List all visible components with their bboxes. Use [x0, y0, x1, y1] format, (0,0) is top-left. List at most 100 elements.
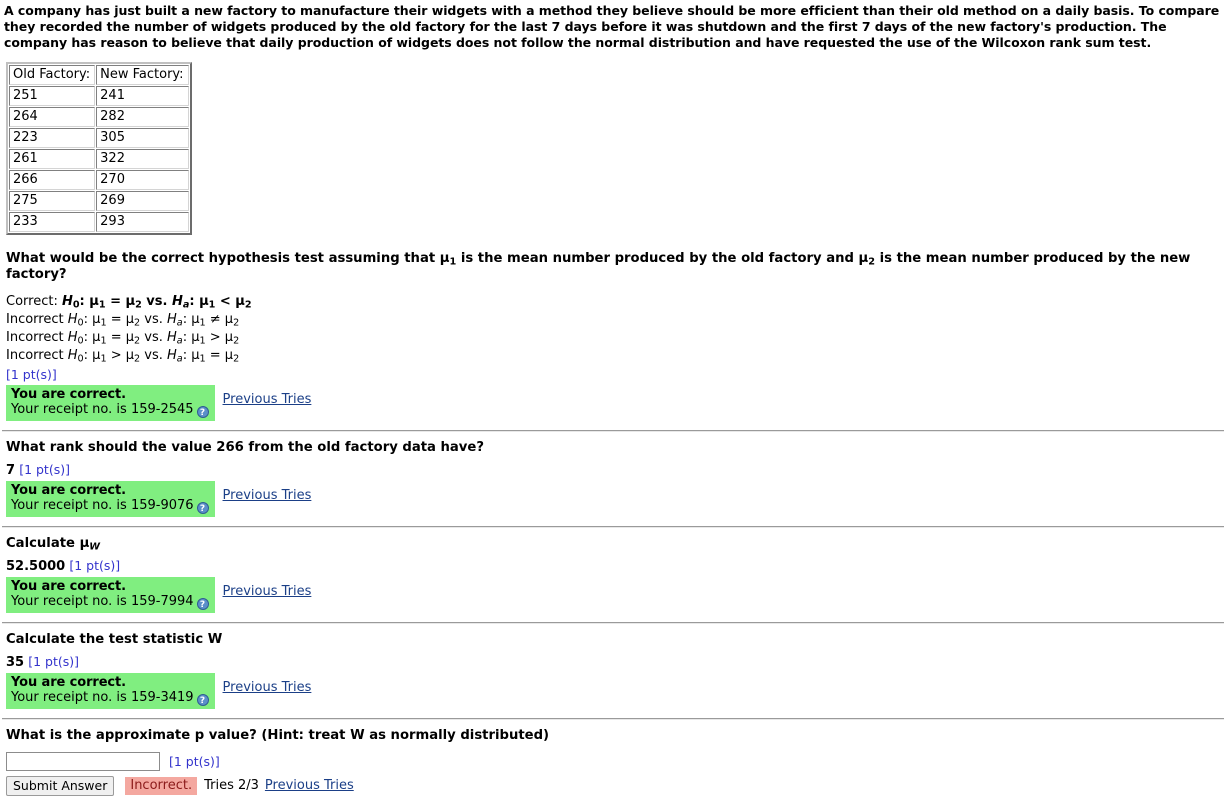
choice-status-label: Incorrect: [6, 329, 68, 345]
question-title: What rank should the value 266 from the …: [6, 439, 484, 455]
question-hypothesis-test: What would be the correct hypothesis tes…: [2, 251, 1224, 421]
alt-relation-0: <: [219, 293, 231, 309]
correct-feedback-box: You are correct. Your receipt no. is 159…: [6, 384, 215, 421]
receipt-number: 159-3419: [130, 689, 194, 705]
table-row: 223 305: [9, 127, 189, 148]
question-rank-value: What rank should the value 266 from the …: [2, 440, 1224, 517]
table-row: 266 270: [9, 169, 189, 190]
points-label: [1 pt(s)]: [19, 461, 70, 477]
submit-answer-button[interactable]: Submit Answer: [6, 775, 115, 796]
table-row: 251 241: [9, 85, 189, 106]
previous-tries-link[interactable]: Previous Tries: [265, 778, 354, 793]
null-relation-1: =: [110, 311, 122, 327]
correct-title: You are correct.: [11, 482, 126, 498]
cell-new-5: 269: [96, 190, 189, 211]
column-header-new-factory: New Factory:: [96, 64, 189, 85]
table-header-row: Old Factory: New Factory:: [9, 64, 189, 85]
mu-symbol: μ: [858, 250, 869, 266]
answer-line: 52.5000 [1 pt(s)]: [6, 558, 1224, 575]
cell-old-1: 264: [9, 106, 96, 127]
correct-title: You are correct.: [11, 578, 126, 594]
cell-old-3: 261: [9, 148, 96, 169]
receipt-prefix: Your receipt no. is: [11, 497, 131, 513]
null-relation-0: =: [110, 293, 121, 309]
feedback-row: You are correct. Your receipt no. is 159…: [6, 480, 1224, 517]
answer-line: 35 [1 pt(s)]: [6, 654, 1224, 671]
q3-title-prefix: Calculate: [6, 535, 80, 551]
points-line: [1 pt(s)]: [6, 367, 1224, 384]
receipt-line: Your receipt no. is 159-3419?: [11, 690, 209, 706]
table-row: 233 293: [9, 211, 189, 232]
factory-data-table: Old Factory: New Factory: 251 241 264 28…: [6, 61, 192, 235]
help-icon[interactable]: ?: [196, 501, 209, 514]
choice-item-1: Incorrect H0: μ1 = μ2 vs. Ha: μ1 ≠ μ2: [6, 311, 240, 329]
alt-relation-3: =: [209, 347, 221, 363]
question-title: What is the approximate p value? (Hint: …: [6, 727, 550, 743]
data-table-wrapper: Old Factory: New Factory: 251 241 264 28…: [6, 61, 1224, 235]
points-label: [1 pt(s)]: [6, 366, 57, 382]
submit-row: Submit Answer Incorrect. Tries 2/3 Previ…: [6, 775, 1224, 796]
receipt-prefix: Your receipt no. is: [11, 593, 131, 609]
previous-tries-link[interactable]: Previous Tries: [223, 392, 312, 407]
answer-input[interactable]: [6, 751, 160, 771]
cell-new-6: 293: [96, 211, 189, 232]
table-row: 275 269: [9, 190, 189, 211]
choice-status-label: Incorrect: [6, 311, 68, 327]
answer-input-row: [1 pt(s)]: [6, 751, 1224, 771]
answer-line: 7 [1 pt(s)]: [6, 462, 1224, 479]
cell-new-1: 282: [96, 106, 189, 127]
cell-new-2: 305: [96, 127, 189, 148]
cell-new-3: 322: [96, 148, 189, 169]
submitted-answer: 35: [6, 654, 25, 670]
feedback-row: You are correct. Your receipt no. is 159…: [6, 672, 1224, 709]
question-calculate-mu-w: Calculate μW 52.5000 [1 pt(s)] You are c…: [2, 536, 1224, 613]
submitted-answer: 52.5000: [6, 558, 66, 574]
cell-new-0: 241: [96, 85, 189, 106]
assignment-page: A company has just built a new factory t…: [0, 3, 1226, 796]
help-icon[interactable]: ?: [196, 405, 209, 418]
mu-subscript: 2: [868, 256, 876, 268]
receipt-number: 159-7994: [130, 593, 194, 609]
correct-title: You are correct.: [11, 674, 126, 690]
cell-old-4: 266: [9, 169, 96, 190]
choice-status-label: Incorrect: [6, 347, 68, 363]
feedback-row: You are correct. Your receipt no. is 159…: [6, 576, 1224, 613]
receipt-number: 159-2545: [130, 401, 194, 417]
mu-symbol: μ: [439, 250, 450, 266]
q1-title-a: What would be the correct hypothesis tes…: [6, 250, 440, 266]
correct-title: You are correct.: [11, 386, 126, 402]
receipt-line: Your receipt no. is 159-7994?: [11, 594, 209, 610]
null-relation-3: >: [110, 347, 122, 363]
question-p-value: What is the approximate p value? (Hint: …: [2, 728, 1224, 796]
help-icon[interactable]: ?: [196, 693, 209, 706]
choice-item-0: Correct: H0: μ1 = μ2 vs. Ha: μ1 < μ2: [6, 293, 252, 311]
previous-tries-link[interactable]: Previous Tries: [223, 488, 312, 503]
incorrect-status-badge: Incorrect.: [125, 776, 198, 795]
previous-tries-link[interactable]: Previous Tries: [223, 680, 312, 695]
column-header-old-factory: Old Factory:: [9, 64, 96, 85]
question-title: Calculate the test statistic W: [6, 631, 223, 647]
table-row: 264 282: [9, 106, 189, 127]
help-icon[interactable]: ?: [196, 597, 209, 610]
question-title: Calculate μW: [6, 536, 1224, 552]
points-label: [1 pt(s)]: [69, 557, 121, 573]
correct-feedback-box: You are correct. Your receipt no. is 159…: [6, 576, 215, 613]
points-label: [1 pt(s)]: [169, 753, 220, 769]
receipt-number: 159-9076: [130, 497, 194, 513]
question-test-statistic: Calculate the test statistic W 35 [1 pt(…: [2, 632, 1224, 709]
points-label: [1 pt(s)]: [28, 653, 80, 669]
previous-tries-link[interactable]: Previous Tries: [223, 584, 312, 599]
mu-symbol: μ: [79, 535, 90, 551]
table-body: Old Factory: New Factory: 251 241 264 28…: [9, 64, 189, 232]
submitted-answer: 7: [6, 462, 16, 478]
correct-feedback-box: You are correct. Your receipt no. is 159…: [6, 672, 215, 709]
null-relation-2: =: [110, 329, 122, 345]
section-divider: [2, 525, 1224, 528]
question-title: What would be the correct hypothesis tes…: [6, 251, 1224, 283]
cell-old-0: 251: [9, 85, 96, 106]
choice-status-label: Correct:: [6, 293, 62, 309]
section-divider: [2, 429, 1224, 432]
section-divider: [2, 621, 1224, 624]
section-divider: [2, 717, 1224, 720]
cell-old-6: 233: [9, 211, 96, 232]
